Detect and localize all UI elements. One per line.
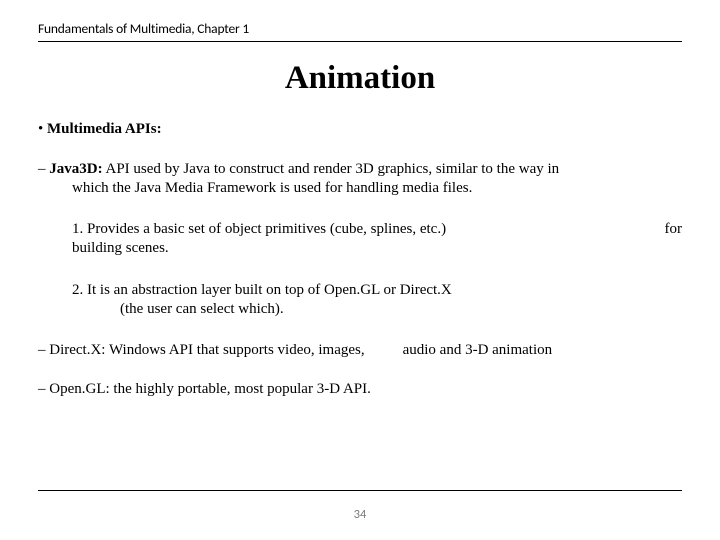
page-number: 34 <box>0 507 720 522</box>
num2-line1: 2. It is an abstraction layer built on t… <box>72 282 452 298</box>
java3d-desc-line2: which the Java Media Framework is used f… <box>38 179 682 198</box>
item-opengl: – Open.GL: the highly portable, most pop… <box>38 381 682 398</box>
directx-desc: Windows API that supports video, images, <box>105 342 364 358</box>
num1-main: 1. Provides a basic set of object primit… <box>72 221 446 237</box>
num1-tail: building scenes. <box>72 240 169 256</box>
numbered-item-2: 2. It is an abstraction layer built on t… <box>38 281 682 320</box>
slide: Fundamentals of Multimedia, Chapter 1 An… <box>0 0 720 540</box>
num1-for: for <box>665 220 683 240</box>
directx-name: Direct.X: <box>49 342 105 358</box>
opengl-desc: the highly portable, most popular 3-D AP… <box>110 381 371 397</box>
bullet-label: Multimedia APIs: <box>47 121 162 137</box>
java3d-desc-line1: API used by Java to construct and render… <box>103 161 560 177</box>
slide-title: Animation <box>38 60 682 97</box>
numbered-item-1: 1. Provides a basic set of object primit… <box>38 220 682 259</box>
dash-marker: – <box>38 342 49 358</box>
footer-divider <box>38 490 682 491</box>
header-divider <box>38 41 682 42</box>
item-java3d: – Java3D: API used by Java to construct … <box>38 160 682 198</box>
java3d-name: Java3D: <box>49 161 102 177</box>
opengl-name: Open.GL: <box>49 381 109 397</box>
dash-marker: – <box>38 381 49 397</box>
directx-tail: audio and 3-D animation <box>403 342 553 358</box>
num2-line2: (the user can select which). <box>72 300 682 320</box>
bullet-marker: • <box>38 121 47 137</box>
item-directx: – Direct.X: Windows API that supports vi… <box>38 342 682 359</box>
dash-marker: – <box>38 161 49 177</box>
bullet-multimedia-apis: • Multimedia APIs: <box>38 121 682 138</box>
chapter-header: Fundamentals of Multimedia, Chapter 1 <box>38 20 682 37</box>
